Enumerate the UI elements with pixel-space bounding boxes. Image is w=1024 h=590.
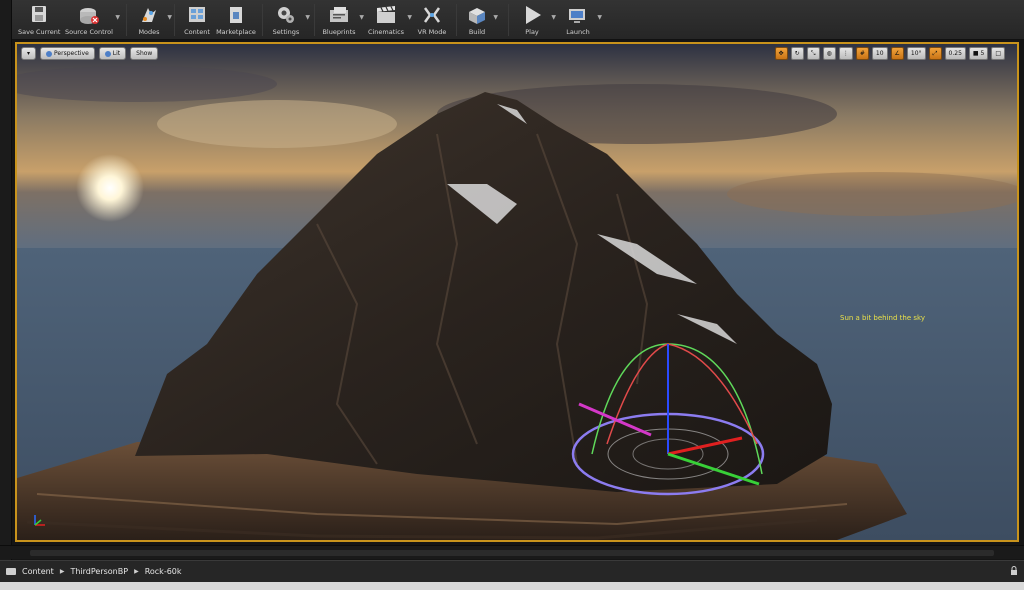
scale-snap-icon[interactable]: ⤢: [928, 47, 942, 60]
blueprints-icon: [330, 7, 348, 22]
lock-icon[interactable]: [1010, 566, 1018, 575]
folder-icon: [6, 568, 16, 575]
level-viewport[interactable]: ▾ Perspective Lit Show ✥ ↻ ⤡ ◍ ⋮ # 10 ∠ …: [15, 42, 1019, 542]
play-icon: [526, 6, 541, 24]
lit-icon: [104, 50, 111, 57]
chevron-down-icon[interactable]: ▼: [115, 14, 120, 21]
content-button[interactable]: Content: [180, 2, 214, 38]
maximize-viewport-icon[interactable]: □: [991, 47, 1005, 60]
grid-snap-icon[interactable]: #: [855, 47, 869, 60]
content-label: Content: [184, 28, 210, 36]
blueprints-label: Blueprints: [322, 28, 356, 36]
source-control-button[interactable]: Source Control ▼: [64, 2, 120, 38]
chevron-down-icon[interactable]: ▼: [359, 14, 364, 21]
settings-label: Settings: [272, 28, 300, 36]
settings-icon: [278, 7, 294, 23]
vr-mode-icon: [423, 7, 441, 23]
camera-icon: [46, 50, 53, 57]
chevron-down-icon[interactable]: ▼: [305, 14, 310, 21]
lit-label: Lit: [112, 50, 121, 57]
chevron-right-icon[interactable]: ▶: [60, 568, 65, 575]
toolbar-divider: [262, 4, 263, 36]
toolbar-divider: [174, 4, 175, 36]
perspective-button[interactable]: Perspective: [40, 47, 95, 60]
scale-snap-value[interactable]: 0.25: [944, 47, 966, 60]
play-label: Play: [525, 28, 539, 36]
show-label: Show: [136, 50, 153, 57]
world-local-icon[interactable]: ◍: [822, 47, 836, 60]
chevron-down-icon[interactable]: ▼: [597, 14, 602, 21]
rotation-snap-value[interactable]: 10°: [906, 47, 926, 60]
grid-snap-value[interactable]: 10: [871, 47, 888, 60]
build-label: Build: [468, 28, 486, 36]
marketplace-label: Marketplace: [216, 28, 256, 36]
blueprints-button[interactable]: Blueprints ▼: [320, 2, 364, 38]
save-current-label: Save Current: [18, 28, 61, 36]
camera-speed-value: 5: [980, 50, 985, 57]
viewport-options-button[interactable]: ▾: [21, 47, 37, 60]
build-icon: [469, 8, 485, 24]
marketplace-icon: [230, 7, 242, 23]
content-icon: [189, 7, 205, 22]
content-browser-breadcrumb: Content ▶ ThirdPersonBP ▶ Rock-60k: [0, 560, 1024, 582]
cinematics-icon: [377, 6, 395, 23]
editor-window: Save Current Source Control ▼ Modes ▼ Co…: [0, 0, 1024, 590]
chevron-down-icon: ▾: [27, 50, 31, 57]
breadcrumb-item-rock[interactable]: Rock-60k: [145, 567, 182, 576]
viewport-toolbar-right: ✥ ↻ ⤡ ◍ ⋮ # 10 ∠ 10° ⤢ 0.25 ■ 5 □: [774, 47, 1005, 61]
save-icon: [32, 6, 46, 22]
left-panel-strip: [0, 0, 12, 560]
vr-mode-label: VR Mode: [417, 28, 447, 36]
sun: [76, 154, 144, 222]
chevron-down-icon[interactable]: ▼: [551, 14, 556, 21]
cinematics-label: Cinematics: [367, 28, 405, 36]
translate-mode-icon[interactable]: ✥: [774, 47, 788, 60]
save-current-button[interactable]: Save Current: [18, 2, 60, 38]
chevron-right-icon[interactable]: ▶: [134, 568, 139, 575]
bottom-panel-strip: [0, 582, 1024, 590]
modes-icon: [142, 8, 156, 22]
build-button[interactable]: Build ▼: [462, 2, 498, 38]
scale-mode-icon[interactable]: ⤡: [806, 47, 820, 60]
modes-label: Modes: [138, 28, 160, 36]
toolbar-divider: [456, 4, 457, 36]
cloud: [727, 172, 1017, 216]
viewport-toolbar-left: ▾ Perspective Lit Show: [21, 47, 159, 61]
camera-speed-button[interactable]: ■ 5: [968, 47, 989, 60]
toolbar-divider: [314, 4, 315, 36]
toolbar-divider: [508, 4, 509, 36]
source-control-icon: [80, 8, 99, 24]
viewport-message: Sun a bit behind the sky: [840, 314, 925, 322]
camera-speed-icon: ■: [972, 50, 979, 57]
surface-snap-icon[interactable]: ⋮: [838, 47, 853, 60]
splitter-handle[interactable]: [30, 550, 994, 556]
chevron-down-icon[interactable]: ▼: [167, 14, 172, 21]
modes-button[interactable]: Modes ▼: [132, 2, 172, 38]
lit-button[interactable]: Lit: [98, 47, 127, 60]
settings-button[interactable]: Settings ▼: [268, 2, 310, 38]
marketplace-button[interactable]: Marketplace: [216, 2, 256, 38]
launch-icon: [569, 9, 585, 23]
chevron-down-icon[interactable]: ▼: [407, 14, 412, 21]
perspective-label: Perspective: [54, 50, 89, 57]
source-control-label: Source Control: [65, 28, 113, 36]
viewport-scene[interactable]: [17, 44, 1017, 540]
breadcrumb-item-thirdpersonbp[interactable]: ThirdPersonBP: [70, 567, 128, 576]
toolbar-divider: [126, 4, 127, 36]
launch-button[interactable]: Launch ▼: [560, 2, 602, 38]
cloud: [157, 100, 397, 148]
cinematics-button[interactable]: Cinematics ▼: [366, 2, 412, 38]
chevron-down-icon[interactable]: ▼: [493, 14, 498, 21]
show-button[interactable]: Show: [130, 47, 159, 60]
rotate-mode-icon[interactable]: ↻: [790, 47, 804, 60]
play-button[interactable]: Play ▼: [514, 2, 556, 38]
launch-label: Launch: [566, 28, 590, 36]
vr-mode-button[interactable]: VR Mode: [414, 2, 450, 38]
rotation-snap-icon[interactable]: ∠: [890, 47, 904, 60]
main-toolbar: Save Current Source Control ▼ Modes ▼ Co…: [0, 0, 1024, 40]
panel-splitter[interactable]: [0, 545, 1024, 559]
breadcrumb-item-content[interactable]: Content: [22, 567, 54, 576]
